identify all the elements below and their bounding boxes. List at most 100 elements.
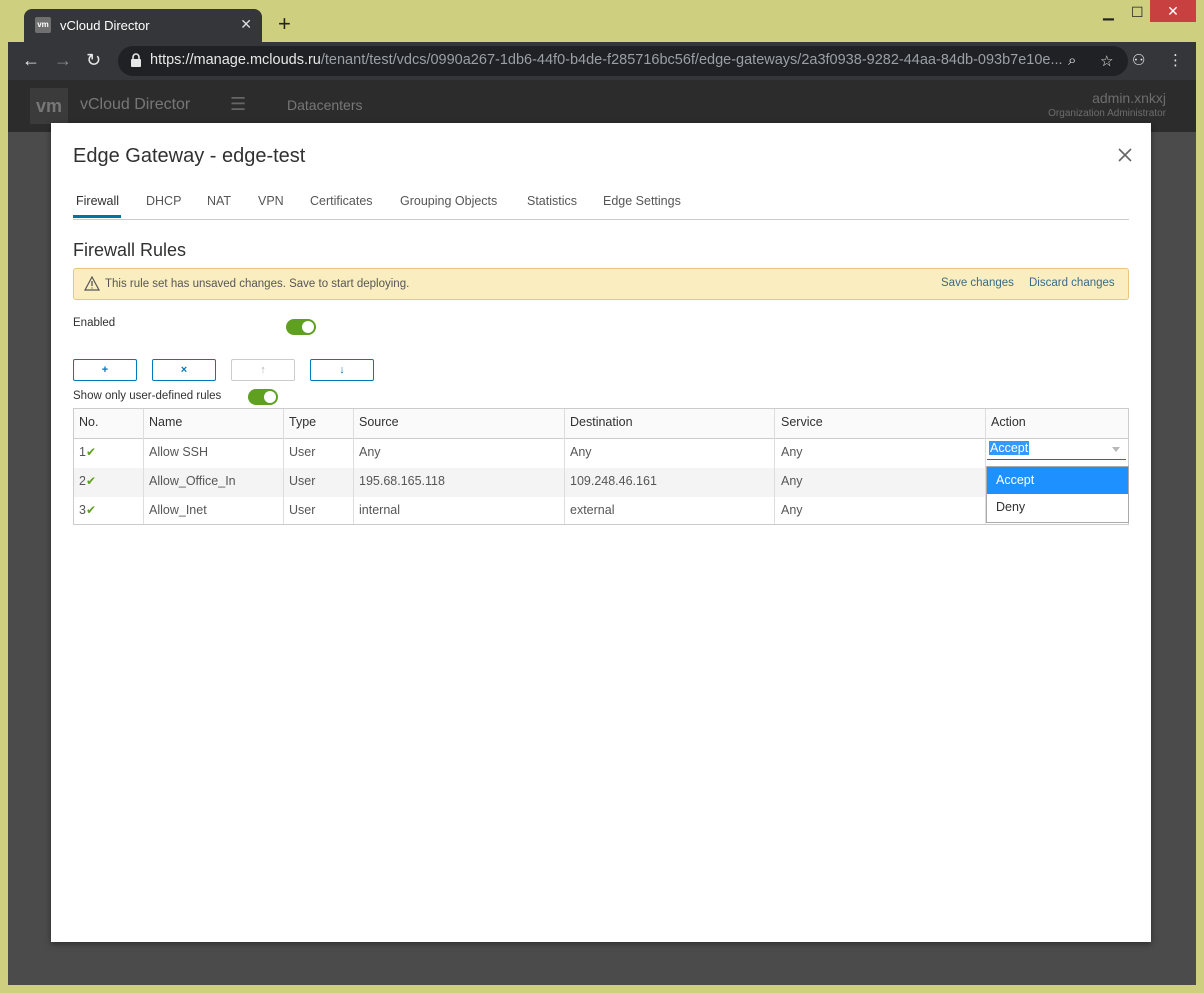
table-row[interactable]: 2✔ Allow_Office_In User 195.68.165.118 1… bbox=[74, 468, 1128, 497]
url-host: https://manage.mclouds.ru bbox=[150, 52, 321, 68]
rule-no: 1 bbox=[79, 445, 86, 459]
col-name[interactable]: Name bbox=[149, 415, 182, 429]
tab-edge-settings[interactable]: Edge Settings bbox=[603, 194, 681, 208]
firewall-rules-grid: No. Name Type Source Destination Service… bbox=[73, 408, 1129, 525]
rule-number: 3✔ bbox=[79, 503, 96, 517]
col-action[interactable]: Action bbox=[991, 415, 1026, 429]
rule-service: Any bbox=[781, 474, 803, 488]
minimize-icon[interactable]: ▁ bbox=[1103, 4, 1114, 21]
warning-icon bbox=[84, 276, 100, 291]
rule-no: 2 bbox=[79, 474, 86, 488]
save-changes-link[interactable]: Save changes bbox=[941, 277, 1014, 289]
rule-destination: external bbox=[570, 503, 615, 517]
rule-no: 3 bbox=[79, 503, 86, 517]
bookmark-star-icon[interactable]: ☆ bbox=[1100, 52, 1113, 70]
col-type[interactable]: Type bbox=[289, 415, 316, 429]
rule-type: User bbox=[289, 474, 316, 488]
modal-title: Edge Gateway - edge-test bbox=[73, 145, 306, 167]
edge-gateway-modal: Edge Gateway - edge-test Firewall DHCP N… bbox=[51, 123, 1151, 942]
discard-changes-link[interactable]: Discard changes bbox=[1029, 277, 1115, 289]
option-deny[interactable]: Deny bbox=[987, 494, 1128, 521]
reload-icon[interactable]: ↻ bbox=[86, 50, 101, 71]
col-source[interactable]: Source bbox=[359, 415, 399, 429]
rule-service: Any bbox=[781, 503, 803, 517]
rule-destination: 109.248.46.161 bbox=[570, 474, 657, 488]
unsaved-changes-alert: This rule set has unsaved changes. Save … bbox=[73, 268, 1129, 300]
chevron-down-icon bbox=[1112, 447, 1120, 452]
rule-service: Any bbox=[781, 445, 803, 459]
hamburger-menu-icon[interactable]: ☰ bbox=[230, 94, 246, 115]
tab-vpn[interactable]: VPN bbox=[258, 194, 284, 208]
column-divider bbox=[774, 409, 775, 524]
rule-name: Allow_Inet bbox=[149, 503, 207, 517]
action-dropdown: Accept Deny bbox=[986, 466, 1129, 523]
rule-source: 195.68.165.118 bbox=[359, 474, 445, 488]
vm-favicon-icon: vm bbox=[35, 17, 51, 33]
rule-destination: Any bbox=[570, 445, 592, 459]
user-role: Organization Administrator bbox=[1048, 108, 1166, 119]
move-down-button[interactable]: ↓ bbox=[310, 359, 374, 381]
col-service[interactable]: Service bbox=[781, 415, 823, 429]
tab-title: vCloud Director bbox=[60, 18, 150, 33]
column-divider bbox=[143, 409, 144, 524]
rule-source: Any bbox=[359, 445, 381, 459]
menu-kebab-icon[interactable]: ⋮ bbox=[1168, 51, 1183, 69]
col-destination[interactable]: Destination bbox=[570, 415, 633, 429]
nav-datacenters[interactable]: Datacenters bbox=[287, 97, 362, 113]
address-bar[interactable]: https://manage.mclouds.ru/tenant/test/vd… bbox=[118, 46, 1128, 76]
rule-number: 2✔ bbox=[79, 474, 96, 488]
user-name: admin.xnkxj bbox=[1092, 90, 1166, 106]
active-tab-indicator bbox=[73, 215, 121, 218]
new-tab-icon[interactable]: + bbox=[278, 13, 291, 35]
section-title: Firewall Rules bbox=[73, 240, 187, 260]
rule-type: User bbox=[289, 503, 316, 517]
tab-certificates[interactable]: Certificates bbox=[310, 194, 373, 208]
table-row[interactable]: 3✔ Allow_Inet User internal external Any bbox=[74, 497, 1128, 526]
column-divider bbox=[564, 409, 565, 524]
move-up-button[interactable]: ↑ bbox=[231, 359, 295, 381]
tab-firewall[interactable]: Firewall bbox=[76, 194, 119, 208]
browser-toolbar: ← → ↻ https://manage.mclouds.ru/tenant/t… bbox=[8, 42, 1196, 80]
action-select[interactable]: Accept bbox=[987, 440, 1126, 460]
user-defined-toggle[interactable] bbox=[248, 389, 278, 405]
checkmark-icon: ✔ bbox=[85, 445, 97, 459]
table-row[interactable]: 1✔ Allow SSH User Any Any Any bbox=[74, 439, 1128, 468]
delete-rule-button[interactable]: × bbox=[152, 359, 216, 381]
user-defined-label: Show only user-defined rules bbox=[73, 390, 222, 402]
col-no[interactable]: No. bbox=[79, 415, 98, 429]
window-close-icon[interactable]: ✕ bbox=[1150, 0, 1196, 22]
lock-icon bbox=[131, 53, 141, 67]
toggle-knob bbox=[264, 391, 276, 403]
incognito-icon[interactable]: ⚇ bbox=[1132, 51, 1145, 69]
vm-logo: vm bbox=[30, 88, 68, 124]
tab-nat[interactable]: NAT bbox=[207, 194, 231, 208]
alert-text: This rule set has unsaved changes. Save … bbox=[105, 278, 410, 290]
rule-type: User bbox=[289, 445, 316, 459]
close-icon[interactable] bbox=[1115, 145, 1135, 165]
toggle-knob bbox=[302, 321, 314, 333]
url-path: /tenant/test/vdcs/0990a267-1db6-44f0-b4d… bbox=[320, 52, 1063, 68]
enabled-label: Enabled bbox=[73, 317, 116, 329]
back-icon[interactable]: ← bbox=[22, 50, 40, 71]
user-menu[interactable]: admin.xnkxj Organization Administrator bbox=[1048, 90, 1166, 122]
rule-name: Allow SSH bbox=[149, 445, 209, 459]
tab-statistics[interactable]: Statistics bbox=[527, 194, 577, 208]
zoom-icon[interactable]: ⌕ bbox=[1068, 52, 1076, 69]
forward-icon[interactable]: → bbox=[54, 50, 72, 71]
add-rule-button[interactable]: + bbox=[73, 359, 137, 381]
maximize-icon[interactable]: ☐ bbox=[1131, 4, 1144, 21]
column-divider bbox=[353, 409, 354, 524]
checkmark-icon: ✔ bbox=[85, 503, 97, 517]
tab-strip: vm vCloud Director ✕ + bbox=[8, 0, 1196, 42]
enabled-toggle[interactable] bbox=[286, 319, 316, 335]
url-text: https://manage.mclouds.ru/tenant/test/vd… bbox=[150, 52, 1063, 68]
rule-name: Allow_Office_In bbox=[149, 474, 236, 488]
tab-close-icon[interactable]: ✕ bbox=[240, 16, 252, 33]
modal-tabs: Firewall DHCP NAT VPN Certificates Group… bbox=[73, 189, 1129, 220]
tab-grouping-objects[interactable]: Grouping Objects bbox=[400, 194, 497, 208]
option-accept[interactable]: Accept bbox=[987, 467, 1128, 494]
tab-dhcp[interactable]: DHCP bbox=[146, 194, 181, 208]
grid-header: No. Name Type Source Destination Service… bbox=[74, 409, 1128, 439]
column-divider bbox=[283, 409, 284, 524]
browser-tab[interactable]: vm vCloud Director ✕ bbox=[24, 9, 262, 42]
